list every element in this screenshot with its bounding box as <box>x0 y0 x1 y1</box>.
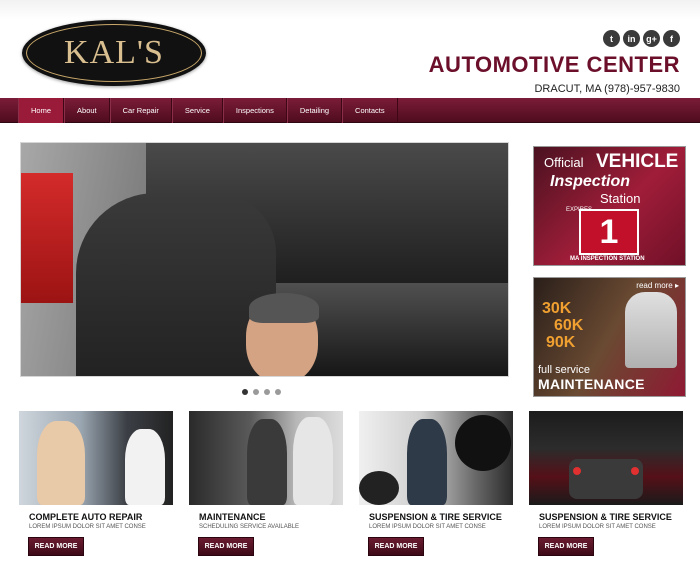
mechanic-hair <box>249 293 319 323</box>
mileage-item: 60K <box>554 317 584 334</box>
mechanic-figure <box>125 429 165 505</box>
inspection-sticker: 1 <box>579 209 639 255</box>
card-title: MAINTENANCE <box>199 512 266 522</box>
nav-item-contacts[interactable]: Contacts <box>342 98 398 123</box>
tail-light <box>573 467 581 475</box>
site-title: AUTOMOTIVE CENTER <box>428 52 680 77</box>
read-more-button[interactable]: READ MORE <box>538 537 594 556</box>
slider-dot[interactable] <box>253 389 259 395</box>
slider-dots <box>242 389 281 395</box>
site-header: KAL'S t in g+ f AUTOMOTIVE CENTER DRACUT… <box>0 0 700 98</box>
tool-cabinet <box>21 173 73 303</box>
customer-figure <box>293 417 333 505</box>
contact-info: DRACUT, MA (978)-957-9830 <box>534 83 680 95</box>
service-card: SUSPENSION & TIRE SERVICE LOREM IPSUM DO… <box>359 411 513 567</box>
google-plus-icon[interactable]: g+ <box>643 30 660 47</box>
hero-slide-image[interactable] <box>20 142 509 377</box>
card-subtitle: LOREM IPSUM DOLOR SIT AMET CONSE <box>29 524 146 530</box>
maintenance-read-more-link[interactable]: read more ▸ <box>636 281 679 290</box>
inspection-station-banner[interactable]: Official VEHICLE Inspection Station EXPI… <box>533 146 686 266</box>
customer-figure <box>37 421 85 505</box>
card-subtitle: LOREM IPSUM DOLOR SIT AMET CONSE <box>369 524 486 530</box>
nav-item-inspections[interactable]: Inspections <box>222 98 287 123</box>
banner-ma-station: MA INSPECTION STATION <box>570 256 645 262</box>
nav-item-about[interactable]: About <box>64 98 110 123</box>
card-subtitle: LOREM IPSUM DOLOR SIT AMET CONSE <box>539 524 656 530</box>
banner-full-service: full service <box>538 364 590 376</box>
card-image[interactable] <box>359 411 513 505</box>
banner-inspection: Inspection <box>550 173 631 190</box>
nav-item-home[interactable]: Home <box>18 98 65 123</box>
card-image[interactable] <box>189 411 343 505</box>
mileage-item: 90K <box>546 334 576 351</box>
mileage-list: 30K 60K 90K <box>542 300 583 351</box>
slider-dot[interactable] <box>242 389 248 395</box>
banner-official: Official <box>544 155 584 170</box>
facebook-icon[interactable]: f <box>663 30 680 47</box>
linkedin-icon[interactable]: in <box>623 30 640 47</box>
mechanic-figure <box>625 292 677 368</box>
card-image[interactable] <box>19 411 173 505</box>
nav-item-service[interactable]: Service <box>171 98 223 123</box>
slider-dot[interactable] <box>275 389 281 395</box>
read-more-button[interactable]: READ MORE <box>28 537 84 556</box>
logo-text: KAL'S <box>64 34 164 71</box>
card-image[interactable] <box>529 411 683 505</box>
card-title: COMPLETE AUTO REPAIR <box>29 512 143 522</box>
card-title: SUSPENSION & TIRE SERVICE <box>539 512 672 522</box>
nav-item-car-repair[interactable]: Car Repair <box>109 98 172 123</box>
card-subtitle: SCHEDULING SERVICE AVAILABLE <box>199 524 300 530</box>
nav-item-detailing[interactable]: Detailing <box>286 98 343 123</box>
read-more-button[interactable]: READ MORE <box>368 537 424 556</box>
sticker-expires: EXPIRES <box>566 207 592 214</box>
main-nav: Home About Car Repair Service Inspection… <box>0 98 700 123</box>
lifted-tire <box>455 415 511 471</box>
tire-stack <box>359 471 399 505</box>
banner-vehicle: VEHICLE <box>596 151 679 172</box>
service-card: COMPLETE AUTO REPAIR LOREM IPSUM DOLOR S… <box>19 411 173 567</box>
mechanic-figure <box>407 419 447 505</box>
slider-dot[interactable] <box>264 389 270 395</box>
banner-maintenance: MAINTENANCE <box>538 376 645 392</box>
mechanic-figure <box>247 419 287 505</box>
service-card: SUSPENSION & TIRE SERVICE LOREM IPSUM DO… <box>529 411 683 567</box>
read-more-button[interactable]: READ MORE <box>198 537 254 556</box>
banner-station: Station <box>600 191 641 206</box>
social-links: t in g+ f <box>603 30 680 47</box>
mileage-item: 30K <box>542 300 572 317</box>
kals-logo[interactable]: KAL'S <box>22 20 206 86</box>
card-title: SUSPENSION & TIRE SERVICE <box>369 512 502 522</box>
twitter-icon[interactable]: t <box>603 30 620 47</box>
service-card: MAINTENANCE SCHEDULING SERVICE AVAILABLE… <box>189 411 343 567</box>
car-in-wash <box>569 459 643 499</box>
tail-light <box>631 467 639 475</box>
maintenance-banner[interactable]: read more ▸ 30K 60K 90K full service MAI… <box>533 277 686 397</box>
